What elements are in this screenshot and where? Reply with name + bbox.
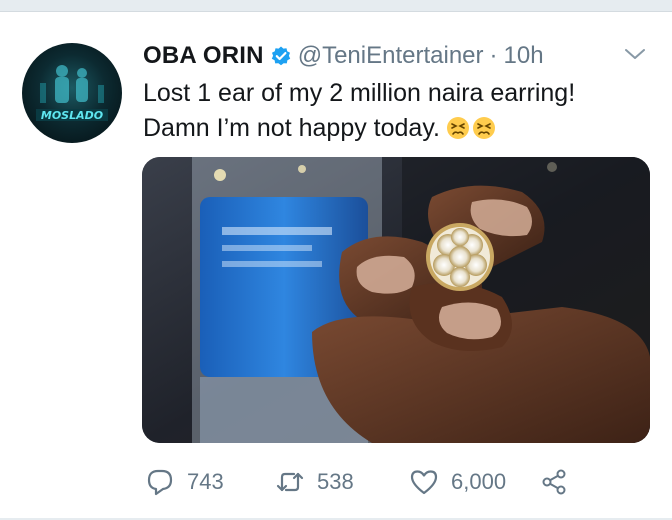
tweet-text-line-2-content: Damn I’m not happy today. xyxy=(143,114,440,142)
persevering-face-emoji xyxy=(446,117,469,139)
reply-button[interactable]: 743 xyxy=(145,467,224,497)
reply-count: 743 xyxy=(187,469,224,494)
share-icon xyxy=(542,469,566,495)
tweet-text: Lost 1 ear of my 2 million naira earring… xyxy=(143,76,653,146)
retweet-icon xyxy=(276,472,304,492)
emoji-group xyxy=(440,114,496,142)
tweet-text-line-2: Damn I’m not happy today. xyxy=(143,111,653,146)
display-name[interactable]: OBA ORIN xyxy=(143,42,264,70)
chevron-down-icon[interactable] xyxy=(624,44,646,66)
like-count: 6,000 xyxy=(451,469,507,494)
persevering-face-emoji xyxy=(472,117,495,139)
timestamp[interactable]: 10h xyxy=(504,42,544,70)
like-button[interactable]: 6,000 xyxy=(409,467,506,497)
tweet-text-line-1: Lost 1 ear of my 2 million naira earring… xyxy=(143,79,576,107)
avatar-logo-text: MOSLADO xyxy=(41,109,103,122)
tweet-photo[interactable] xyxy=(142,157,650,443)
retweet-count: 538 xyxy=(317,469,354,494)
retweet-button[interactable]: 538 xyxy=(275,467,354,497)
timeline-gap xyxy=(0,0,672,11)
divider xyxy=(0,11,672,12)
separator-dot: · xyxy=(489,42,498,69)
tweet-header: OBA ORIN @TeniEntertainer · 10h xyxy=(143,40,544,72)
user-handle[interactable]: @TeniEntertainer xyxy=(298,42,484,70)
share-button[interactable] xyxy=(539,467,569,497)
verified-badge-icon xyxy=(270,45,292,67)
avatar[interactable]: MOSLADO xyxy=(22,43,122,143)
reply-icon xyxy=(147,469,173,496)
like-heart-icon xyxy=(410,470,438,495)
